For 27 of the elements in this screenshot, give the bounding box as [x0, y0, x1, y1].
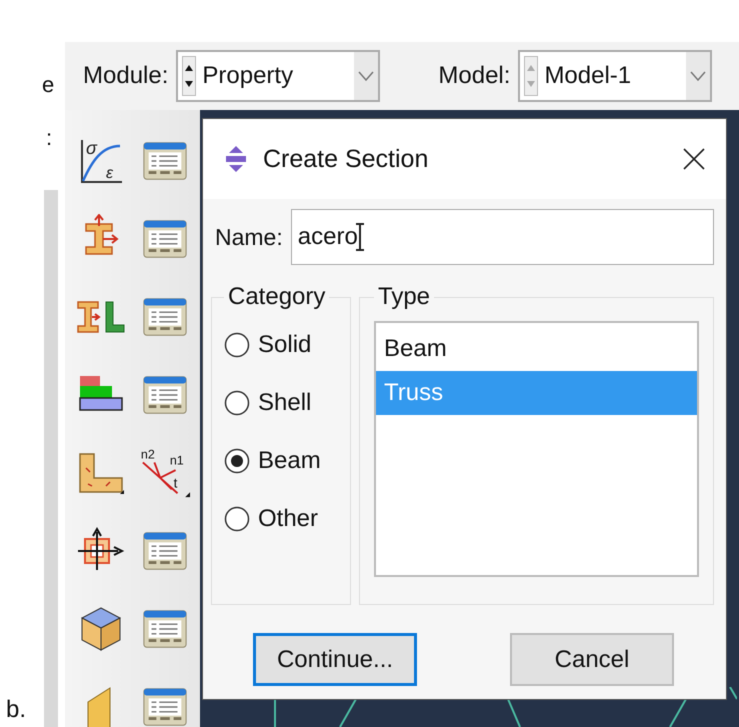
- cut-text: e: [42, 72, 54, 98]
- radio-button[interactable]: [224, 390, 250, 416]
- dropdown[interactable]: Property: [176, 50, 380, 102]
- radio-button[interactable]: [224, 332, 250, 358]
- group-title: Category: [227, 283, 326, 311]
- chevron-icon[interactable]: [686, 52, 710, 100]
- dialog-title: Create Section: [263, 144, 430, 174]
- name-label: Name:: [215, 224, 283, 250]
- radio-button[interactable]: [224, 448, 250, 474]
- group-title: Type: [377, 283, 432, 311]
- continue-button[interactable]: Continue...: [253, 633, 417, 686]
- combo-label: Module:: [83, 62, 168, 90]
- combo-label: Model:: [438, 62, 510, 90]
- radio-button[interactable]: [224, 506, 250, 532]
- chevron-icon[interactable]: [354, 52, 378, 100]
- list-item[interactable]: Beam: [376, 327, 697, 371]
- radio-option[interactable]: Other: [224, 505, 338, 533]
- name-field[interactable]: acero: [290, 209, 714, 265]
- close-icon[interactable]: [682, 147, 706, 171]
- radio-option[interactable]: Shell: [224, 389, 338, 417]
- dropdown[interactable]: Model-1: [518, 50, 712, 102]
- radio-option[interactable]: Beam: [224, 447, 338, 475]
- cut-text: :: [46, 125, 52, 151]
- spinner-icon[interactable]: [182, 56, 196, 96]
- radio-option[interactable]: Solid: [224, 331, 338, 359]
- cancel-button[interactable]: Cancel: [510, 633, 674, 686]
- figure-caption: b.: [6, 696, 26, 724]
